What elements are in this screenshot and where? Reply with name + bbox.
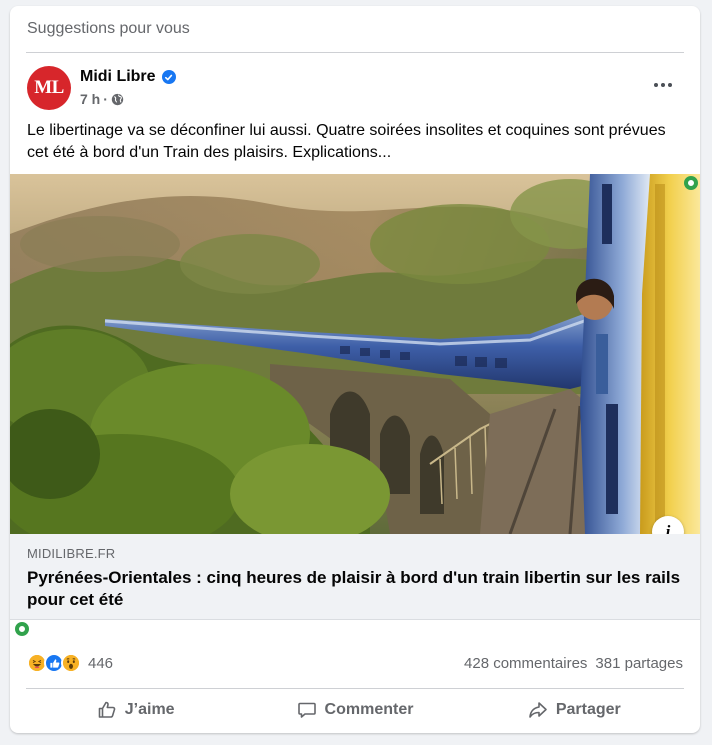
post-card: Suggestions pour vous ML Midi Libre 7 h … [10,6,700,733]
post-time[interactable]: 7 h [80,91,100,107]
like-button[interactable]: J’aime [26,692,245,728]
comment-label: Commenter [324,701,414,718]
post-header: Midi Libre [80,68,176,86]
suggestions-header: Suggestions pour vous [27,20,190,37]
avatar-text: ML [34,77,64,98]
thumbs-up-icon [98,701,116,718]
share-label: Partager [555,701,621,718]
post-meta: 7 h · [80,91,124,107]
divider [26,52,684,53]
comments-count[interactable]: 428 commentaires [464,655,587,672]
more-options-icon[interactable] [646,72,680,98]
globe-icon [111,93,124,106]
post-text: Le libertinage va se déconfiner lui auss… [27,122,666,161]
meta-separator: · [103,91,108,107]
link-domain: MIDILIBRE.FR [27,546,116,561]
post-stats: 428 commentaires 381 partages [464,655,683,672]
like-label: J’aime [124,701,175,718]
link-title[interactable]: Pyrénées-Orientales : cinq heures de pla… [27,567,683,611]
online-indicator-icon [15,622,29,636]
online-indicator-icon [684,176,698,190]
divider [26,688,684,689]
share-button[interactable]: Partager [465,692,684,728]
verified-badge-icon [161,70,176,84]
reaction-count: 446 [88,654,114,672]
reaction-summary[interactable]: 446 [27,653,113,673]
action-bar: J’aime Commenter Partager [26,692,684,728]
comment-button[interactable]: Commenter [245,692,464,728]
wow-icon [61,653,81,673]
page-avatar[interactable]: ML [27,66,71,110]
post-image[interactable] [10,174,700,534]
shares-count[interactable]: 381 partages [595,655,683,672]
comment-icon [297,702,316,718]
link-preview[interactable]: MIDILIBRE.FR Pyrénées-Orientales : cinq … [10,534,700,620]
share-icon [529,702,547,718]
page-name[interactable]: Midi Libre [80,68,156,86]
